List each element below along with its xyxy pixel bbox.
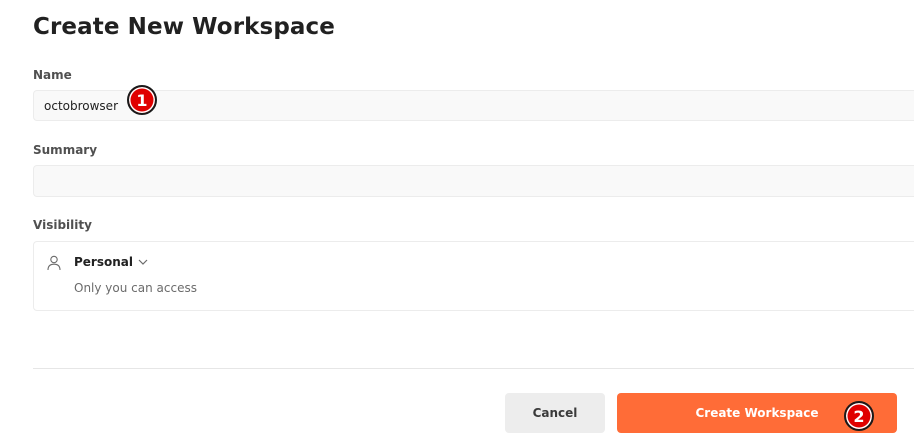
visibility-description: Only you can access — [74, 281, 197, 295]
annotation-marker-2: 2 — [844, 401, 874, 431]
page-title: Create New Workspace — [33, 14, 335, 40]
name-input-value: octobrowser — [44, 99, 118, 113]
name-label: Name — [33, 68, 72, 82]
summary-input[interactable] — [33, 165, 914, 197]
chevron-down-icon[interactable] — [138, 258, 148, 266]
footer-divider — [33, 368, 914, 369]
create-workspace-page: Create New Workspace Name octobrowser 1 … — [0, 0, 914, 443]
annotation-marker-1: 1 — [127, 85, 157, 115]
visibility-dropdown[interactable]: Personal — [74, 255, 133, 269]
user-icon — [47, 255, 61, 271]
summary-label: Summary — [33, 143, 98, 157]
cancel-button[interactable]: Cancel — [505, 393, 605, 433]
visibility-label: Visibility — [33, 218, 92, 232]
name-input[interactable]: octobrowser — [33, 90, 914, 121]
visibility-selector[interactable]: Personal Only you can access — [33, 241, 914, 311]
